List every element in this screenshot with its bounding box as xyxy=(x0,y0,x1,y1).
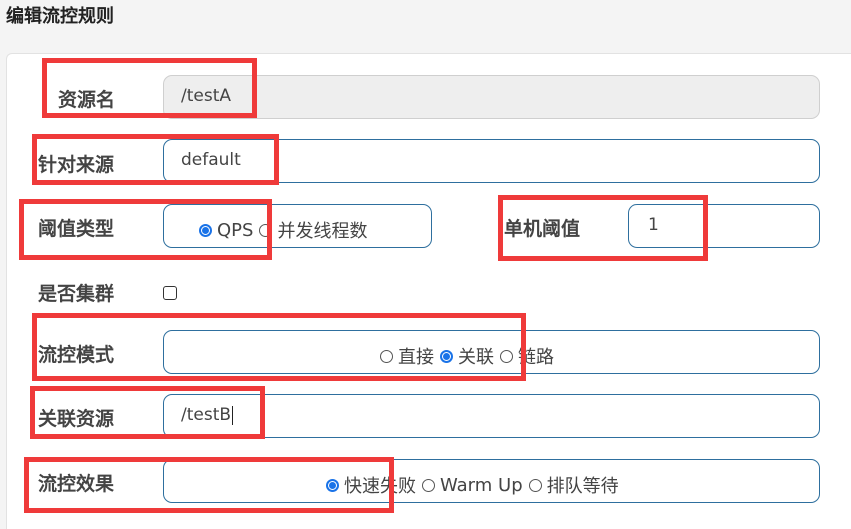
highlight-box-limit-app xyxy=(32,134,279,185)
highlight-box-resource xyxy=(42,58,257,118)
highlight-box-grade xyxy=(19,199,272,260)
highlight-box-behavior xyxy=(24,457,394,513)
grade-option-thread[interactable]: 并发线程数 xyxy=(259,217,367,243)
highlight-box-strategy xyxy=(32,313,526,381)
behavior-option-warm-up[interactable]: Warm Up xyxy=(422,475,523,496)
radio-unchecked-icon xyxy=(528,478,542,492)
highlight-box-ref-resource xyxy=(30,386,265,439)
dialog-title: 编辑流控规则 xyxy=(6,6,114,27)
resource-input[interactable]: /testA xyxy=(163,75,820,119)
radio-unchecked-icon xyxy=(422,478,435,492)
highlight-box-count xyxy=(498,195,708,261)
cluster-label: 是否集群 xyxy=(38,283,115,305)
cluster-checkbox[interactable] xyxy=(163,286,177,300)
behavior-option-queue[interactable]: 排队等待 xyxy=(528,472,619,498)
